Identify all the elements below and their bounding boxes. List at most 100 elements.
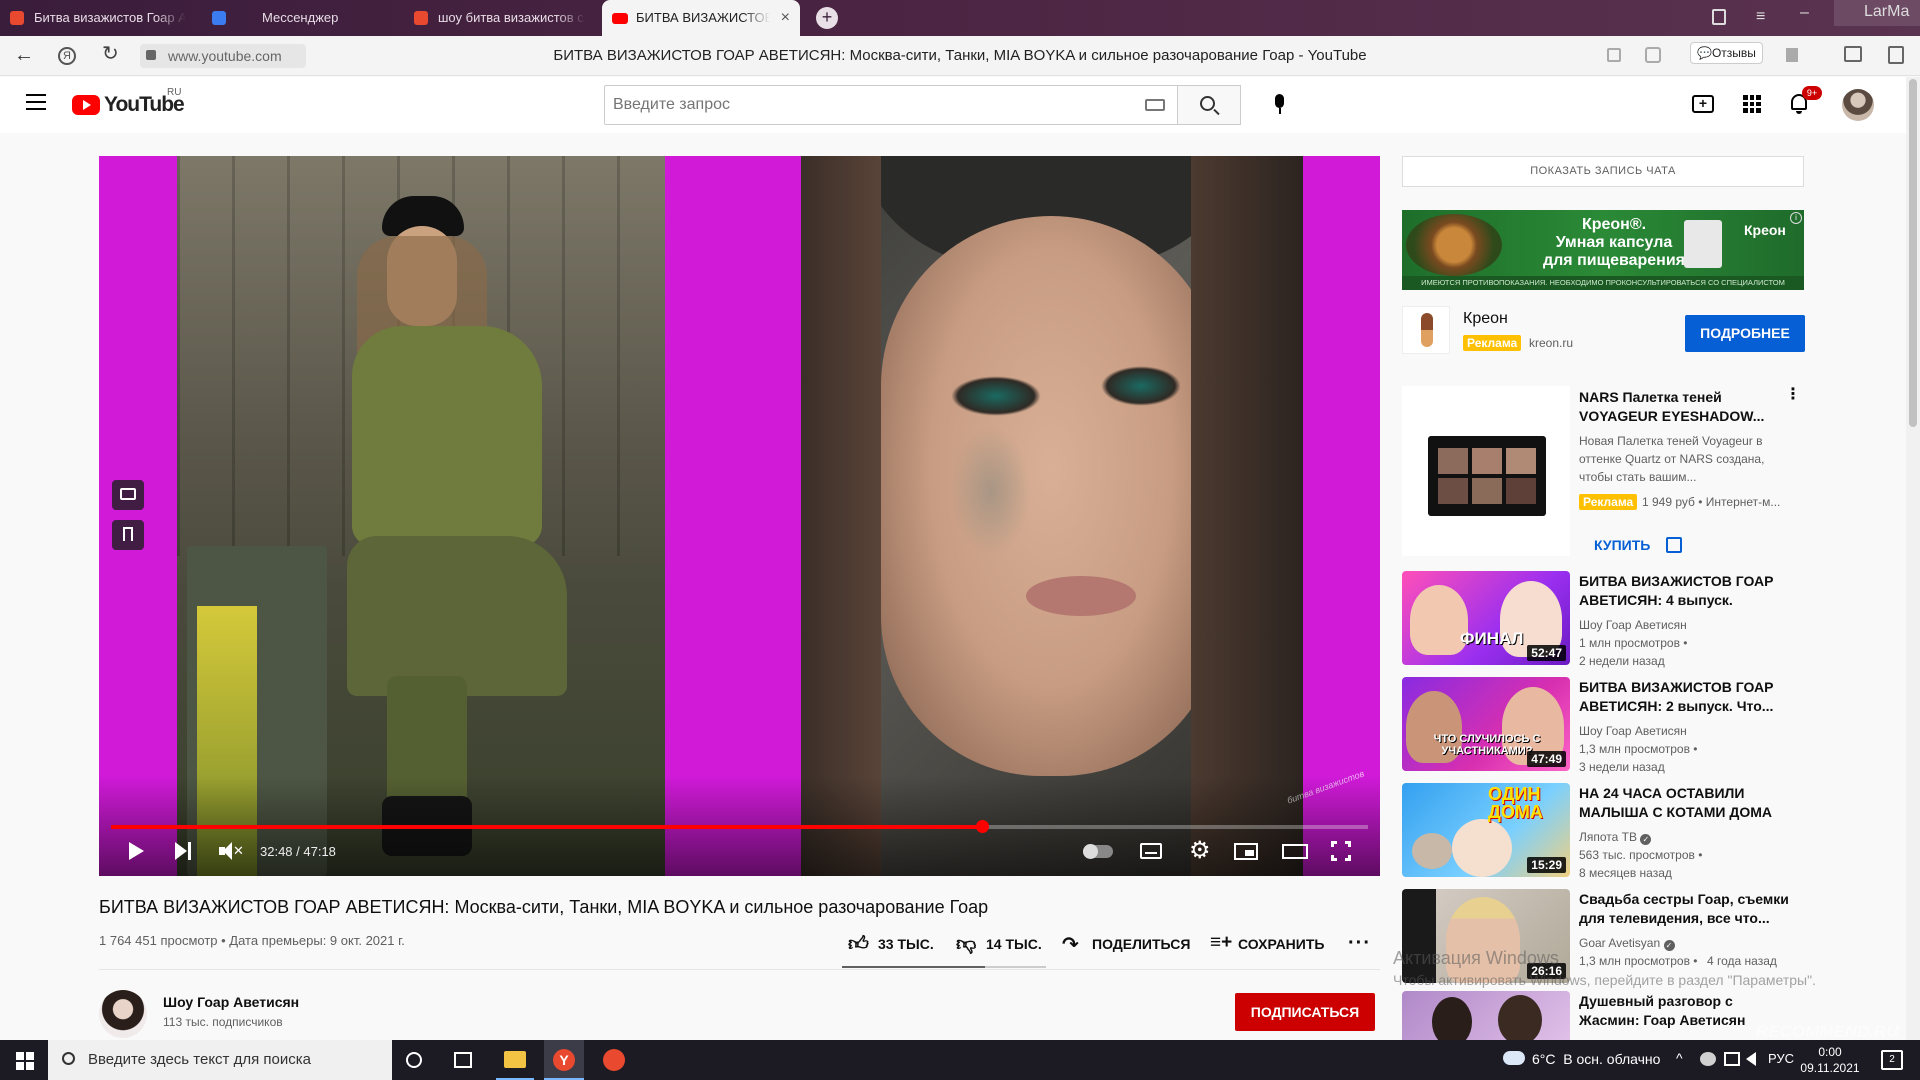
taskbar-search-box[interactable]: Введите здесь текст для поиска [48, 1040, 392, 1080]
video-thumbnail-3[interactable]: ОДИН ДОМА 15:29 [1402, 783, 1570, 877]
yandex-icon [414, 11, 428, 25]
bookmark-window-icon[interactable] [1712, 9, 1726, 25]
video-channel-3[interactable]: Ляпота ТВ ✓ [1579, 828, 1652, 846]
fullscreen-icon[interactable] [1331, 841, 1351, 861]
subtitles-icon[interactable] [1140, 843, 1162, 859]
task-view-icon[interactable] [454, 1052, 472, 1068]
more-actions-icon[interactable]: ··· [1348, 932, 1371, 955]
ad-name[interactable]: Креон [1463, 310, 1508, 328]
video-thumbnail-1[interactable]: ФИНАЛ 52:47 [1402, 571, 1570, 665]
notifications-bell-icon[interactable]: 9+ [1790, 86, 1822, 114]
extensions-icon[interactable] [1645, 47, 1661, 63]
search-button[interactable] [1177, 85, 1241, 125]
network-icon[interactable] [1724, 1052, 1740, 1066]
translate-icon[interactable] [1607, 48, 1621, 62]
progress-bar[interactable] [111, 820, 1368, 833]
autoplay-toggle[interactable] [1083, 844, 1113, 859]
voice-search-button[interactable] [1260, 85, 1300, 125]
minimize-icon[interactable]: – [1800, 4, 1809, 22]
clock[interactable]: 0:00 09.11.2021 [1790, 1044, 1870, 1076]
kreon-ad-thumbnail[interactable] [1402, 306, 1450, 354]
video-title-3[interactable]: НА 24 ЧАСА ОСТАВИЛИ МАЛЫША С КОТАМИ ДОМА [1579, 784, 1789, 822]
taskbar-search-placeholder: Введите здесь текст для поиска [88, 1051, 311, 1068]
cortana-icon[interactable] [406, 1052, 422, 1068]
reload-icon[interactable]: ↻ [102, 44, 119, 64]
channel-avatar[interactable] [99, 990, 147, 1038]
miniplayer-icon[interactable] [1234, 843, 1258, 860]
subscribe-button[interactable]: ПОДПИСАТЬСЯ [1235, 993, 1375, 1031]
learn-more-button[interactable]: ПОДРОБНЕЕ [1685, 315, 1805, 352]
close-tab-icon[interactable]: × [781, 0, 790, 36]
clock-date: 09.11.2021 [1800, 1061, 1860, 1075]
browser-tab-3[interactable]: шоу битва визажистов с г [404, 2, 600, 34]
show-chat-replay-button[interactable]: ПОКАЗАТЬ ЗАПИСЬ ЧАТА [1402, 156, 1804, 187]
apps-grid-icon[interactable] [1743, 95, 1761, 113]
tray-app-icon[interactable] [1700, 1052, 1716, 1066]
bookmark-icon[interactable] [1786, 48, 1798, 62]
page-scrollbar[interactable] [1906, 77, 1920, 1040]
ad-info-icon[interactable]: i [1790, 212, 1802, 224]
video-title-2[interactable]: БИТВА ВИЗАЖИСТОВ ГОАР АВЕТИСЯН: 2 выпуск… [1579, 678, 1789, 716]
theater-mode-icon[interactable] [1282, 844, 1308, 859]
notifications-badge: 9+ [1802, 86, 1822, 100]
keyboard-icon[interactable] [1145, 99, 1165, 111]
video-player[interactable]: битва визажистов ✕ 32:48 / 47:18 ⚙ [99, 156, 1380, 876]
progress-played [111, 825, 983, 829]
back-arrow-icon[interactable]: ← [14, 45, 34, 65]
nars-ad-title[interactable]: NARS Палетка теней VOYAGEUR EYESHADOW... [1579, 388, 1771, 426]
video-overlay-bookmark-button[interactable] [112, 520, 144, 550]
weather-text[interactable]: 6°C В осн. облачно [1532, 1051, 1660, 1067]
browser-tab-1[interactable]: Битва визажистов Гоар Ав [0, 2, 200, 34]
create-video-icon[interactable]: + [1692, 95, 1714, 113]
buy-label: КУПИТЬ [1594, 537, 1651, 553]
tray-chevron-icon[interactable]: ^ [1676, 1050, 1683, 1066]
browser-tab-2[interactable]: Мессенджер [202, 2, 398, 34]
video-overlay-pip-button[interactable] [112, 480, 144, 510]
search-box[interactable] [604, 85, 1178, 125]
browser-tab-4-active[interactable]: БИТВА ВИЗАЖИСТОВ Г × [602, 0, 800, 36]
more-vertical-icon[interactable]: ⋮ [1785, 387, 1801, 403]
share-label: ПОДЕЛИТЬСЯ [1092, 936, 1191, 952]
collections-icon[interactable] [1844, 46, 1862, 62]
volume-icon[interactable] [1746, 1052, 1756, 1066]
video-channel-1[interactable]: Шоу Гоар Аветисян [1579, 616, 1687, 634]
tab-title: Мессенджер [262, 10, 339, 25]
tab-title: шоу битва визажистов с г [438, 10, 586, 25]
taskbar-opera[interactable] [594, 1040, 634, 1080]
next-video-icon[interactable] [175, 842, 191, 860]
user-avatar[interactable] [1842, 89, 1874, 121]
windows-taskbar: Введите здесь текст для поиска Y 6°C В о… [0, 1022, 1920, 1080]
kreon-banner-ad[interactable]: Креон®. Умная капсула для пищеварения Кр… [1402, 210, 1804, 290]
downloads-icon[interactable] [1888, 46, 1904, 64]
taskbar-file-explorer[interactable] [496, 1040, 534, 1080]
video-thumbnail-2[interactable]: ЧТО СЛУЧИЛОСЬ С УЧАСТНИКАМИ? 47:49 [1402, 677, 1570, 771]
video-title-4[interactable]: Свадьба сестры Гоар, съемки для телевиде… [1579, 890, 1789, 928]
profile-name[interactable]: LarMa [1834, 0, 1920, 26]
notification-center-icon[interactable]: 2 [1881, 1050, 1903, 1070]
windows-start-icon[interactable] [16, 1052, 34, 1070]
video-thumbnail-5[interactable] [1402, 991, 1570, 1040]
yandex-home-icon[interactable]: Я [58, 47, 76, 65]
video-channel-4[interactable]: Goar Avetisyan ✓ [1579, 934, 1675, 952]
video-views-1: 1 млн просмотров • [1579, 636, 1688, 650]
menu-icon[interactable]: ≡ [1756, 8, 1765, 26]
mute-icon[interactable]: ✕ [219, 842, 244, 860]
nars-ad-thumbnail[interactable] [1402, 386, 1570, 556]
progress-scrubber-handle[interactable] [976, 820, 990, 833]
youtube-header: YouTube RU + 9+ [0, 77, 1920, 133]
feedback-button[interactable]: 💬Отзывы [1690, 42, 1763, 64]
url-pill[interactable]: www.youtube.com [140, 44, 306, 68]
url-text: www.youtube.com [168, 48, 282, 64]
video-channel-2[interactable]: Шоу Гоар Аветисян [1579, 722, 1687, 740]
taskbar-yandex-browser[interactable]: Y [544, 1040, 584, 1080]
play-icon[interactable] [129, 842, 144, 860]
search-input[interactable] [605, 86, 1125, 124]
buy-button[interactable]: КУПИТЬ [1579, 528, 1687, 562]
time-display: 32:48 / 47:18 [260, 844, 336, 859]
settings-gear-icon[interactable]: ⚙ [1189, 839, 1211, 863]
video-title-1[interactable]: БИТВА ВИЗАЖИСТОВ ГОАР АВЕТИСЯН: 4 выпуск… [1579, 572, 1789, 610]
channel-name[interactable]: Шоу Гоар Аветисян [163, 994, 299, 1010]
scrollbar-thumb[interactable] [1909, 79, 1917, 427]
hamburger-menu-icon[interactable] [26, 94, 46, 110]
new-tab-plus-icon[interactable]: + [816, 7, 838, 29]
